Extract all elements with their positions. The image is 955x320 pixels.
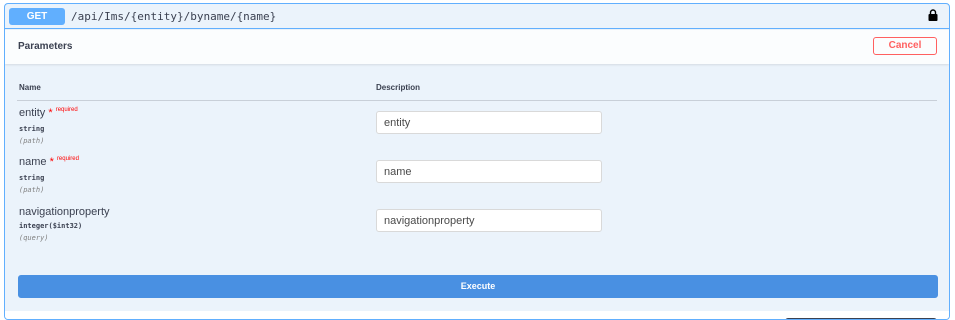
cancel-button[interactable]: Cancel bbox=[873, 37, 937, 55]
param-navigationproperty: navigationproperty integer($int32) (quer… bbox=[19, 206, 110, 243]
param-type: integer($int32) bbox=[19, 222, 83, 230]
param-location: (path) bbox=[19, 137, 45, 145]
method-badge: GET bbox=[9, 8, 65, 25]
name-input[interactable] bbox=[376, 160, 602, 183]
param-name-field: name * required string (path) bbox=[19, 156, 79, 195]
table-header-divider bbox=[17, 100, 937, 101]
operation-block: GET /api/Ims/{entity}/byname/{name} Para… bbox=[4, 3, 950, 320]
operation-summary[interactable]: GET /api/Ims/{entity}/byname/{name} bbox=[5, 4, 949, 29]
lock-icon[interactable] bbox=[928, 9, 938, 21]
column-header-name: Name bbox=[19, 83, 41, 92]
param-name: navigationproperty bbox=[19, 206, 110, 218]
param-location: (query) bbox=[19, 234, 49, 242]
navigationproperty-input[interactable] bbox=[376, 209, 602, 232]
param-entity: entity * required string (path) bbox=[19, 107, 78, 146]
required-label: required bbox=[56, 156, 79, 162]
entity-input[interactable] bbox=[376, 111, 602, 134]
parameters-title: Parameters bbox=[18, 41, 73, 52]
param-name: entity bbox=[19, 107, 46, 119]
required-label: required bbox=[55, 107, 78, 113]
required-star: * bbox=[49, 156, 54, 168]
column-header-description: Description bbox=[376, 83, 421, 92]
endpoint-path: /api/Ims/{entity}/byname/{name} bbox=[71, 10, 277, 23]
required-star: * bbox=[48, 107, 53, 119]
execute-button[interactable]: Execute bbox=[18, 275, 938, 298]
param-location: (path) bbox=[19, 186, 45, 194]
parameters-header: Parameters Cancel bbox=[5, 30, 949, 64]
param-type: string bbox=[19, 125, 45, 133]
param-name: name bbox=[19, 156, 47, 168]
param-type: string bbox=[19, 174, 45, 182]
